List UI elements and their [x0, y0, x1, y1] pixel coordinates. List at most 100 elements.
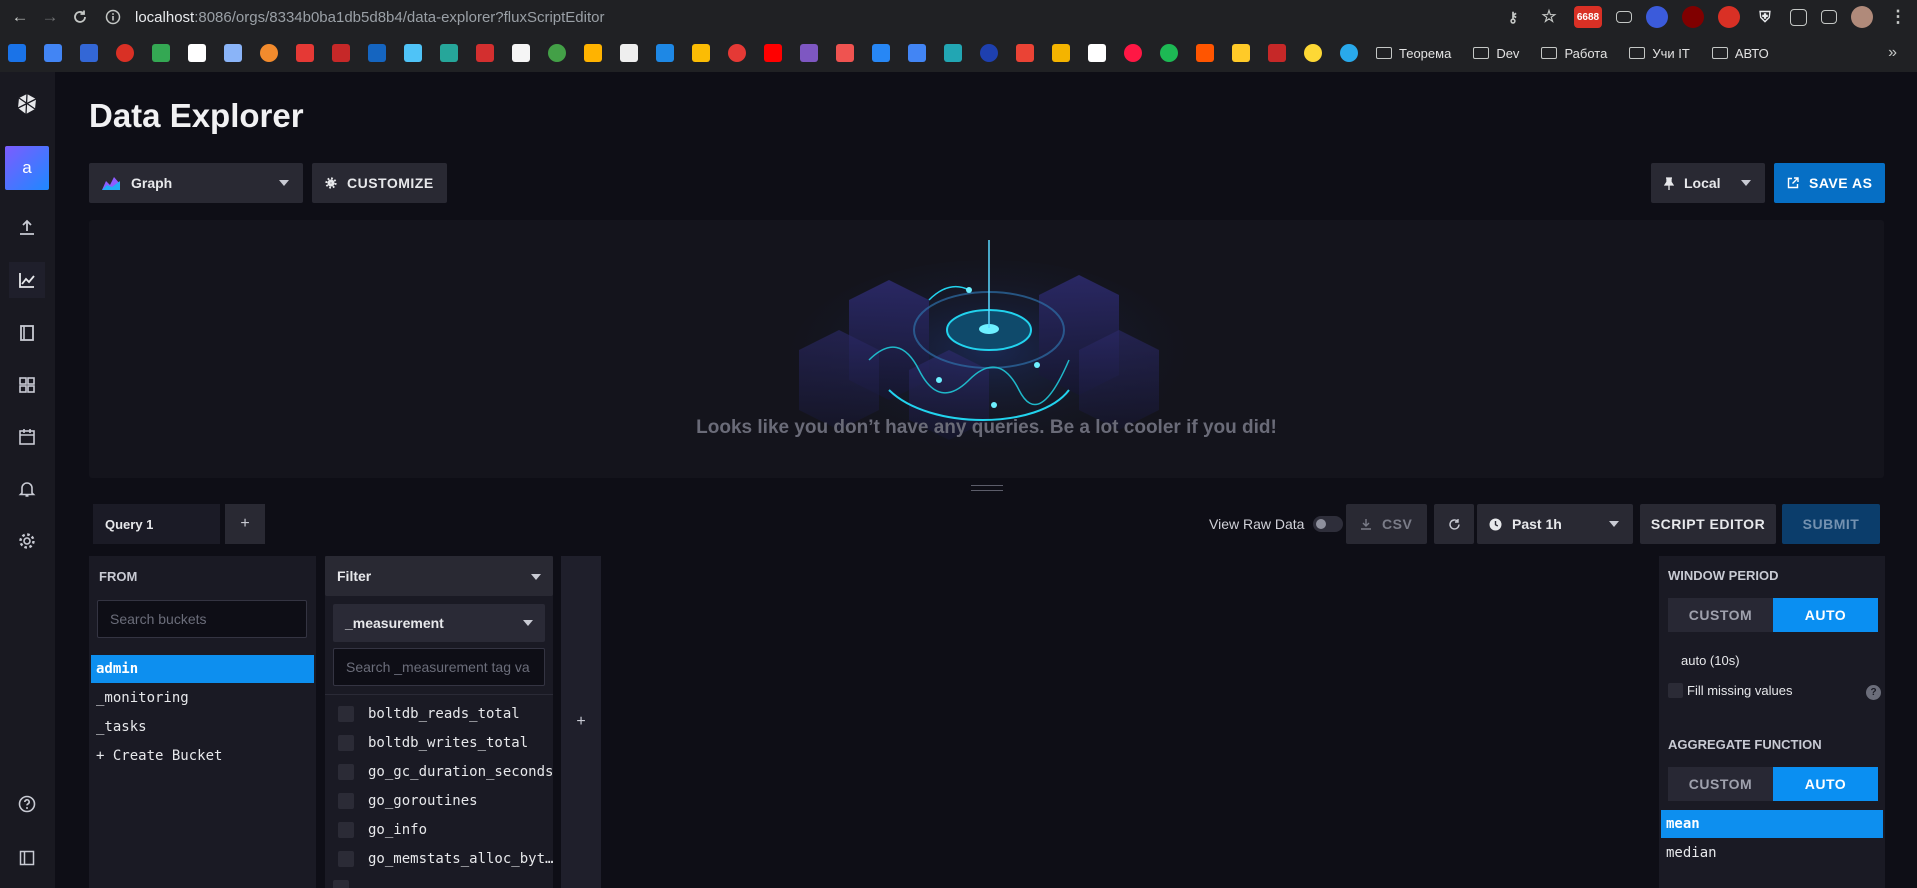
bookmark-icon[interactable] — [764, 44, 782, 62]
save-as-button[interactable]: SAVE AS — [1774, 163, 1885, 203]
tag-value-item[interactable]: boltdb_writes_total — [333, 729, 528, 757]
checkbox[interactable] — [338, 764, 354, 780]
bookmark-icon[interactable] — [224, 44, 242, 62]
menu-icon[interactable]: ⋮ — [1887, 6, 1909, 28]
aggregate-item-mean[interactable]: mean — [1661, 810, 1883, 838]
tag-value-item[interactable]: go_gc_duration_seconds — [333, 758, 553, 786]
bookmark-icon[interactable] — [800, 44, 818, 62]
site-info-icon[interactable] — [103, 7, 123, 27]
tag-value-item[interactable]: go_goroutines — [333, 787, 478, 815]
data-explorer-icon[interactable] — [9, 262, 45, 298]
viz-type-dropdown[interactable]: Graph — [89, 163, 303, 203]
bookmark-icon[interactable] — [908, 44, 926, 62]
aggregate-auto-button[interactable]: AUTO — [1773, 767, 1878, 801]
bucket-item[interactable]: _monitoring — [91, 684, 314, 712]
sidepanel-icon[interactable] — [1821, 10, 1837, 24]
bookmark-star-icon[interactable]: ☆ — [1538, 6, 1560, 28]
bucket-item-admin[interactable]: admin — [91, 655, 314, 683]
ext-ublock-icon[interactable] — [1682, 6, 1704, 28]
checkbox[interactable] — [338, 793, 354, 809]
submit-button[interactable]: SUBMIT — [1782, 504, 1880, 544]
bookmark-icon[interactable] — [80, 44, 98, 62]
bookmark-icon[interactable] — [152, 44, 170, 62]
bookmark-folder[interactable]: Работа — [1541, 46, 1607, 61]
aggregate-item[interactable]: median — [1661, 839, 1883, 867]
bookmark-icon[interactable] — [728, 44, 746, 62]
bookmark-icon[interactable] — [44, 44, 62, 62]
bookmark-icon[interactable] — [548, 44, 566, 62]
profile-avatar[interactable] — [1851, 6, 1873, 28]
filter-function-dropdown[interactable]: Filter — [325, 556, 553, 596]
add-query-button[interactable]: + — [225, 504, 265, 544]
load-data-icon[interactable] — [9, 210, 45, 246]
aggregate-custom-button[interactable]: CUSTOM — [1668, 767, 1773, 801]
ext-red-icon[interactable] — [1718, 6, 1740, 28]
bookmark-icon[interactable] — [440, 44, 458, 62]
refresh-button[interactable] — [1434, 504, 1474, 544]
bookmark-folder[interactable]: Теорема — [1376, 46, 1451, 61]
org-avatar[interactable]: a — [5, 146, 49, 190]
bookmark-icon[interactable] — [8, 44, 26, 62]
script-editor-button[interactable]: SCRIPT EDITOR — [1640, 504, 1776, 544]
window-custom-button[interactable]: CUSTOM — [1668, 598, 1773, 632]
checkbox[interactable] — [338, 851, 354, 867]
ext-screen-icon[interactable] — [1616, 11, 1632, 23]
fill-missing-checkbox[interactable]: Fill missing values — [1668, 683, 1792, 698]
bookmark-folder[interactable]: АВТО — [1711, 46, 1769, 61]
extensions-icon[interactable] — [1790, 8, 1807, 26]
help-icon[interactable] — [9, 786, 45, 822]
bookmark-icon[interactable] — [332, 44, 350, 62]
bookmark-icon[interactable] — [944, 44, 962, 62]
more-bookmarks-icon[interactable]: » — [1888, 44, 1897, 62]
bookmark-icon[interactable] — [1124, 44, 1142, 62]
toggle-switch[interactable] — [1313, 516, 1344, 532]
tag-value-item[interactable]: go_memstats_alloc_byt… — [333, 845, 553, 873]
bookmark-icon[interactable] — [116, 44, 134, 62]
time-range-dropdown[interactable]: Past 1h — [1477, 504, 1633, 544]
search-tag-values-input[interactable]: Search _measurement tag va — [333, 648, 545, 686]
bookmark-icon[interactable] — [620, 44, 638, 62]
resize-handle[interactable] — [971, 485, 1003, 491]
bookmark-icon[interactable] — [512, 44, 530, 62]
tag-key-dropdown[interactable]: _measurement — [333, 604, 545, 642]
search-buckets-input[interactable]: Search buckets — [97, 600, 307, 638]
bookmark-icon[interactable] — [1016, 44, 1034, 62]
back-icon[interactable]: ← — [5, 2, 35, 32]
tag-value-item[interactable]: go_info — [333, 816, 427, 844]
reload-icon[interactable] — [65, 2, 95, 32]
add-filter-button[interactable]: + — [561, 556, 601, 888]
bookmark-icon[interactable] — [1088, 44, 1106, 62]
shield-icon[interactable]: ⛨ — [1754, 6, 1776, 28]
customize-button[interactable]: CUSTOMIZE — [312, 163, 447, 203]
collapse-nav-icon[interactable] — [9, 840, 45, 876]
bookmark-icon[interactable] — [584, 44, 602, 62]
bookmark-icon[interactable] — [980, 44, 998, 62]
alerts-bell-icon[interactable] — [9, 471, 45, 507]
bookmark-icon[interactable] — [656, 44, 674, 62]
bookmark-icon[interactable] — [1268, 44, 1286, 62]
bookmark-icon[interactable] — [836, 44, 854, 62]
bookmark-icon[interactable] — [368, 44, 386, 62]
checkbox[interactable] — [338, 822, 354, 838]
bookmark-icon[interactable] — [476, 44, 494, 62]
bookmark-icon[interactable] — [404, 44, 422, 62]
checkbox[interactable] — [338, 706, 354, 722]
create-bucket-item[interactable]: + Create Bucket — [91, 742, 314, 770]
tasks-calendar-icon[interactable] — [9, 419, 45, 455]
bookmark-icon[interactable] — [296, 44, 314, 62]
tab-query-1[interactable]: Query 1 — [93, 504, 220, 544]
checkbox[interactable] — [1668, 683, 1683, 698]
bookmark-icon[interactable] — [1340, 44, 1358, 62]
window-auto-button[interactable]: AUTO — [1773, 598, 1878, 632]
bookmark-icon[interactable] — [260, 44, 278, 62]
bookmark-icon[interactable] — [692, 44, 710, 62]
bookmark-icon[interactable] — [1052, 44, 1070, 62]
csv-download-button[interactable]: CSV — [1346, 504, 1427, 544]
key-icon[interactable]: ⚷ — [1502, 6, 1524, 28]
bookmark-icon[interactable] — [1232, 44, 1250, 62]
tag-value-item[interactable]: boltdb_reads_total — [333, 700, 520, 728]
ext-badge-icon[interactable]: 6688 — [1574, 6, 1602, 28]
bookmark-icon[interactable] — [188, 44, 206, 62]
influx-logo-icon[interactable] — [9, 86, 45, 122]
pin-mode-dropdown[interactable]: Local — [1651, 163, 1765, 203]
